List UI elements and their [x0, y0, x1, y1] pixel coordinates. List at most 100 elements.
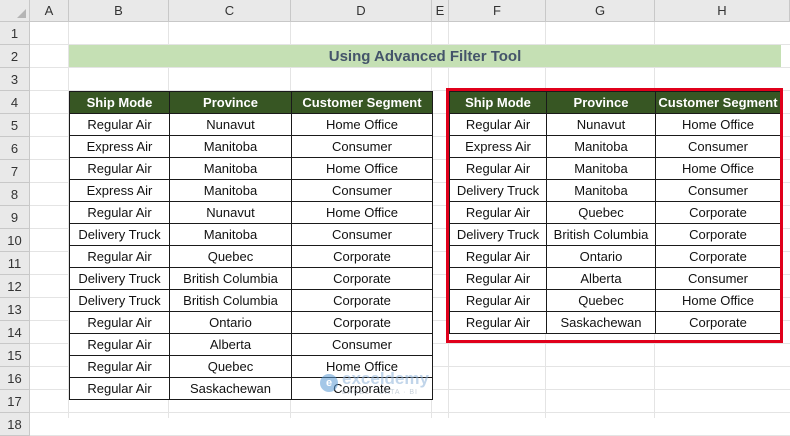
table-cell[interactable]: Regular Air — [449, 311, 547, 334]
row-header-5[interactable]: 5 — [0, 114, 30, 137]
table-cell[interactable]: Home Office — [655, 289, 781, 312]
table-cell[interactable]: Consumer — [655, 267, 781, 290]
table-cell[interactable]: Nunavut — [169, 113, 292, 136]
table-cell[interactable]: Quebec — [169, 355, 292, 378]
table-cell[interactable]: Regular Air — [69, 377, 170, 400]
table-cell[interactable]: Consumer — [655, 179, 781, 202]
row-header-2[interactable]: 2 — [0, 45, 30, 68]
row-header-13[interactable]: 13 — [0, 298, 30, 321]
table-cell[interactable]: Corporate — [291, 311, 433, 334]
table-cell[interactable]: Corporate — [291, 267, 433, 290]
table-cell[interactable]: Nunavut — [546, 113, 656, 136]
table-cell[interactable]: Nunavut — [169, 201, 292, 224]
table-cell[interactable]: Regular Air — [69, 355, 170, 378]
table-cell[interactable]: Alberta — [546, 267, 656, 290]
row-header-9[interactable]: 9 — [0, 206, 30, 229]
table-cell[interactable]: Regular Air — [449, 157, 547, 180]
table-cell[interactable]: Delivery Truck — [449, 179, 547, 202]
table-cell[interactable]: Consumer — [291, 135, 433, 158]
table-cell[interactable]: Regular Air — [69, 201, 170, 224]
table-cell[interactable]: Ontario — [546, 245, 656, 268]
column-header-c[interactable]: C — [169, 0, 291, 22]
table-cell[interactable]: Regular Air — [449, 245, 547, 268]
column-header-f[interactable]: F — [449, 0, 546, 22]
column-header-g[interactable]: G — [546, 0, 655, 22]
table-cell[interactable]: Home Office — [655, 157, 781, 180]
table-cell[interactable]: Regular Air — [449, 267, 547, 290]
table-cell[interactable]: Express Air — [449, 135, 547, 158]
row-header-3[interactable]: 3 — [0, 68, 30, 91]
table-cell[interactable]: Regular Air — [449, 113, 547, 136]
table-cell[interactable]: Consumer — [291, 179, 433, 202]
table-cell[interactable]: Regular Air — [69, 311, 170, 334]
row-header-14[interactable]: 14 — [0, 321, 30, 344]
column-header-d[interactable]: D — [291, 0, 432, 22]
table-cell[interactable]: Express Air — [69, 135, 170, 158]
table-cell[interactable]: Manitoba — [546, 179, 656, 202]
header-cell[interactable]: Province — [169, 91, 292, 114]
table-cell[interactable]: Quebec — [169, 245, 292, 268]
table-cell[interactable]: Regular Air — [449, 201, 547, 224]
table-cell[interactable]: Home Office — [291, 157, 433, 180]
table-cell[interactable]: Quebec — [546, 201, 656, 224]
row-header-15[interactable]: 15 — [0, 344, 30, 367]
table-cell[interactable]: Express Air — [69, 179, 170, 202]
column-header-b[interactable]: B — [69, 0, 169, 22]
row-header-4[interactable]: 4 — [0, 91, 30, 114]
table-cell[interactable]: Consumer — [291, 223, 433, 246]
header-cell[interactable]: Customer Segment — [291, 91, 433, 114]
row-header-7[interactable]: 7 — [0, 160, 30, 183]
column-header-h[interactable]: H — [655, 0, 790, 22]
table-cell[interactable]: Ontario — [169, 311, 292, 334]
table-cell[interactable]: Manitoba — [546, 135, 656, 158]
header-cell[interactable]: Ship Mode — [69, 91, 170, 114]
header-cell[interactable]: Customer Segment — [655, 91, 781, 114]
table-cell[interactable]: Manitoba — [546, 157, 656, 180]
row-header-10[interactable]: 10 — [0, 229, 30, 252]
table-cell[interactable]: British Columbia — [169, 267, 292, 290]
table-cell[interactable]: Consumer — [291, 333, 433, 356]
row-header-12[interactable]: 12 — [0, 275, 30, 298]
table-cell[interactable]: Home Office — [291, 201, 433, 224]
table-cell[interactable]: British Columbia — [169, 289, 292, 312]
table-cell[interactable]: Regular Air — [69, 157, 170, 180]
header-cell[interactable]: Ship Mode — [449, 91, 547, 114]
table-cell[interactable]: Saskachewan — [546, 311, 656, 334]
table-cell[interactable]: Corporate — [655, 311, 781, 334]
table-cell[interactable]: Consumer — [655, 135, 781, 158]
table-cell[interactable]: Home Office — [655, 113, 781, 136]
table-cell[interactable]: Corporate — [291, 289, 433, 312]
row-header-17[interactable]: 17 — [0, 390, 30, 413]
table-cell[interactable]: Regular Air — [69, 113, 170, 136]
row-header-1[interactable]: 1 — [0, 22, 30, 45]
table-cell[interactable]: Corporate — [655, 201, 781, 224]
table-cell[interactable]: Alberta — [169, 333, 292, 356]
table-cell[interactable]: Regular Air — [69, 245, 170, 268]
table-cell[interactable]: Delivery Truck — [449, 223, 547, 246]
table-cell[interactable]: Home Office — [291, 113, 433, 136]
table-cell[interactable]: Delivery Truck — [69, 267, 170, 290]
row-header-6[interactable]: 6 — [0, 137, 30, 160]
table-cell[interactable]: Manitoba — [169, 179, 292, 202]
table-cell[interactable]: Delivery Truck — [69, 289, 170, 312]
column-header-a[interactable]: A — [30, 0, 69, 22]
table-cell[interactable]: Manitoba — [169, 223, 292, 246]
table-cell[interactable]: Manitoba — [169, 157, 292, 180]
table-cell[interactable]: Corporate — [291, 245, 433, 268]
table-cell[interactable]: Saskachewan — [169, 377, 292, 400]
row-header-11[interactable]: 11 — [0, 252, 30, 275]
row-header-18[interactable]: 18 — [0, 413, 30, 436]
table-cell[interactable]: Corporate — [655, 223, 781, 246]
table-cell[interactable]: Regular Air — [449, 289, 547, 312]
header-cell[interactable]: Province — [546, 91, 656, 114]
table-cell[interactable]: Delivery Truck — [69, 223, 170, 246]
row-header-16[interactable]: 16 — [0, 367, 30, 390]
table-cell[interactable]: Manitoba — [169, 135, 292, 158]
table-cell[interactable]: Quebec — [546, 289, 656, 312]
sheet-title[interactable]: Using Advanced Filter Tool — [69, 45, 781, 67]
table-cell[interactable]: Corporate — [655, 245, 781, 268]
column-header-e[interactable]: E — [432, 0, 449, 22]
table-cell[interactable]: Regular Air — [69, 333, 170, 356]
row-header-8[interactable]: 8 — [0, 183, 30, 206]
table-cell[interactable]: British Columbia — [546, 223, 656, 246]
